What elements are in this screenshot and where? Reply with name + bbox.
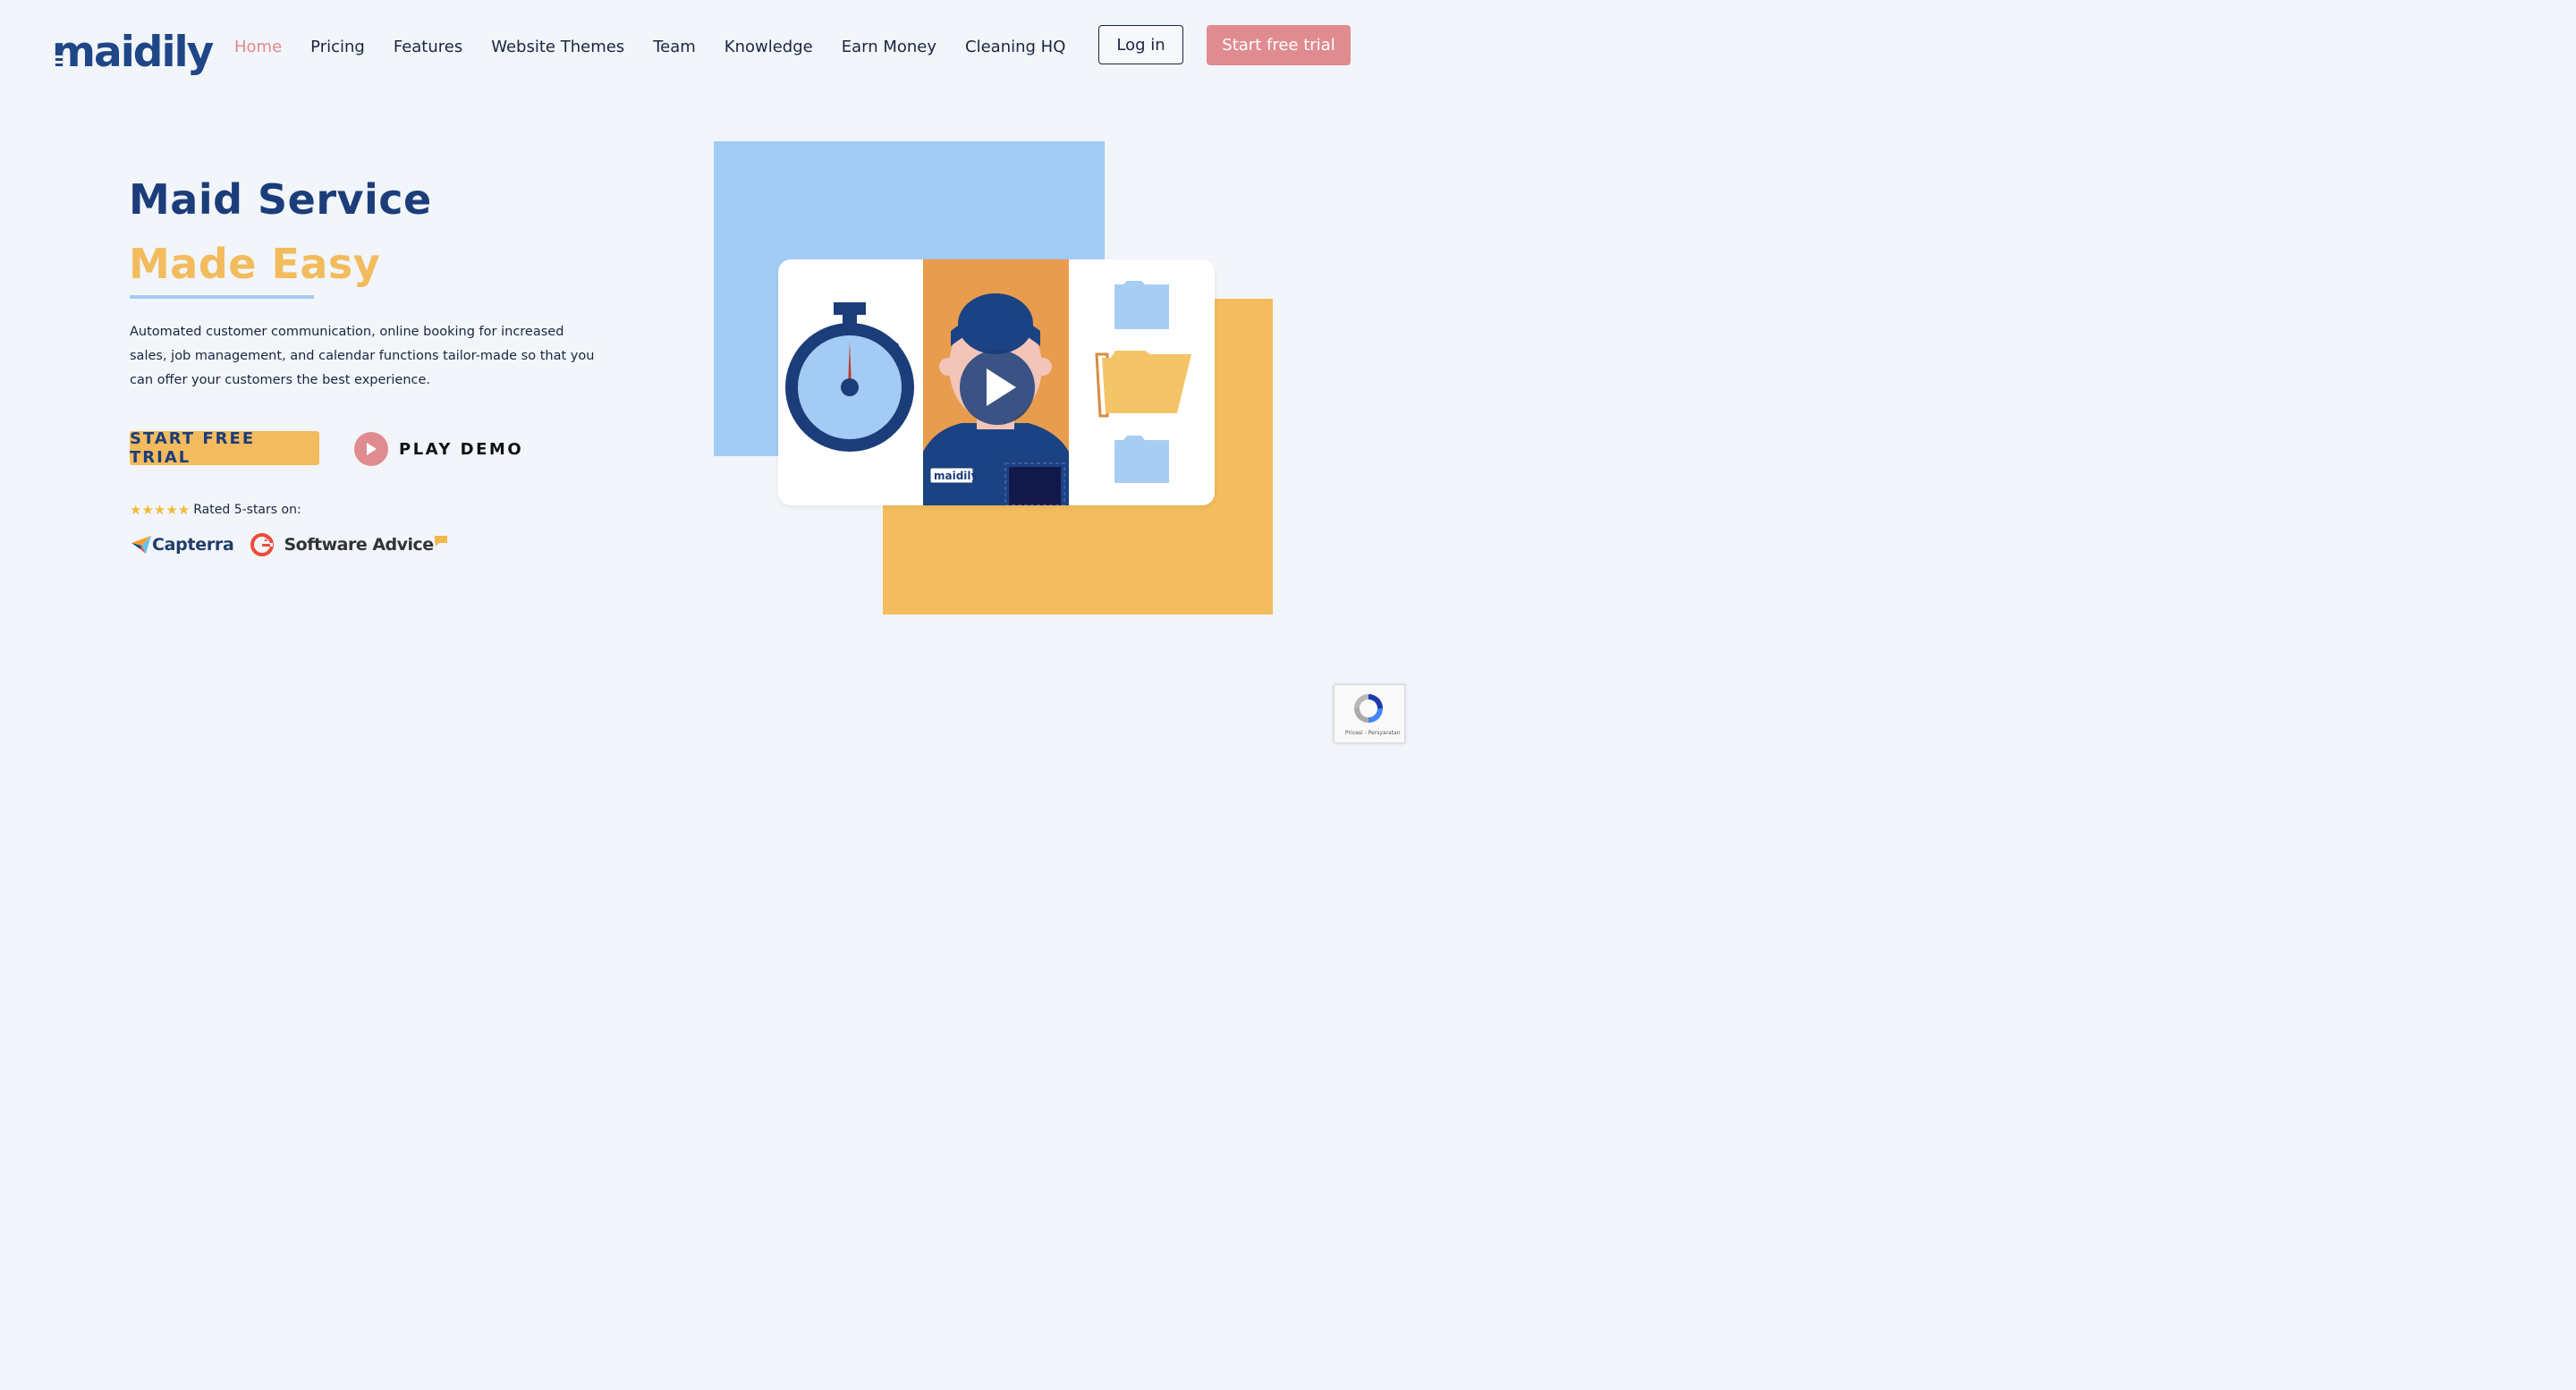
capterra-logo[interactable]: Capterra xyxy=(131,535,234,555)
star-rating-icon: ★★★★★ xyxy=(130,502,191,518)
speech-bubble-icon xyxy=(434,536,447,547)
rating-text: Rated 5-stars on: xyxy=(193,503,301,517)
recaptcha-badge[interactable]: Privasi - Persyaratan xyxy=(1334,684,1405,743)
capterra-arrow-icon xyxy=(131,536,151,554)
software-advice-label: Software Advice xyxy=(284,535,435,555)
title-underline xyxy=(130,295,314,299)
nav-item-earn-money[interactable]: Earn Money xyxy=(842,38,936,56)
hero-description: Automated customer communication, online… xyxy=(130,325,595,387)
rating: ★★★★★ Rated 5-stars on: xyxy=(130,502,301,518)
nav-item-website-themes[interactable]: Website Themes xyxy=(491,38,624,56)
play-icon xyxy=(354,432,388,466)
review-sites: Capterra 2 Software Advice xyxy=(131,533,448,556)
nav-item-cleaning-hq[interactable]: Cleaning HQ xyxy=(965,38,1065,56)
video-play-icon xyxy=(960,350,1035,425)
start-free-trial-header-button[interactable]: Start free trial xyxy=(1207,25,1351,65)
logo-speed-lines xyxy=(54,55,63,72)
software-advice-logo[interactable]: Software Advice xyxy=(284,535,448,555)
start-free-trial-button[interactable]: START FREE TRIAL xyxy=(130,429,319,467)
brand-logo[interactable]: maidily xyxy=(52,23,214,81)
nav-item-pricing[interactable]: Pricing xyxy=(310,38,365,56)
nav-item-home[interactable]: Home xyxy=(234,38,282,56)
main-nav: Home Pricing Features Website Themes Tea… xyxy=(234,38,1094,56)
logo-wordmark: maidily xyxy=(52,27,214,77)
recaptcha-terms-text[interactable]: Privasi - Persyaratan xyxy=(1345,730,1401,736)
g2-logo-icon[interactable]: 2 xyxy=(250,533,274,556)
play-demo-button[interactable]: PLAY DEMO xyxy=(354,431,523,467)
capterra-label: Capterra xyxy=(152,535,234,555)
folders-icon xyxy=(1095,281,1191,483)
shirt-badge-text: maidily xyxy=(934,470,979,482)
nav-item-knowledge[interactable]: Knowledge xyxy=(724,38,813,56)
hero-title-line1: Maid Service xyxy=(129,175,432,224)
hero-title-line2: Made Easy xyxy=(129,240,381,288)
login-button[interactable]: Log in xyxy=(1098,25,1183,64)
stopwatch-icon xyxy=(785,302,914,452)
demo-video-card[interactable]: maidily xyxy=(778,259,1215,505)
video-thumbnail: maidily xyxy=(785,259,1191,505)
svg-text:2: 2 xyxy=(264,536,268,543)
nav-item-team[interactable]: Team xyxy=(653,38,696,56)
nav-item-features[interactable]: Features xyxy=(394,38,462,56)
recaptcha-icon xyxy=(1354,694,1383,723)
play-demo-label: PLAY DEMO xyxy=(399,439,524,459)
